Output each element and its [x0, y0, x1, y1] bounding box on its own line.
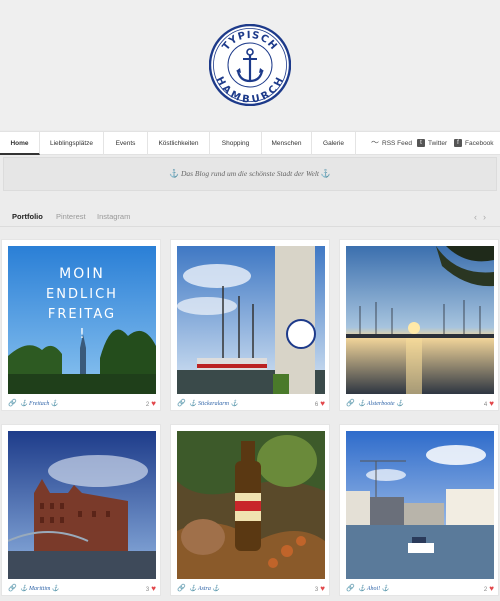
- portfolio-card: 🔗 ⚓ Ahoi! ⚓ 2 ♥: [339, 424, 499, 596]
- main-navigation: Home Lieblingsplätze Events Köstlichkeit…: [0, 131, 500, 155]
- heart-icon: ♥: [151, 399, 156, 408]
- card-meta: 🔗 ⚓ Stickeralarm ⚓ 6 ♥: [177, 398, 325, 410]
- link-icon[interactable]: 🔗: [346, 584, 355, 592]
- card-title[interactable]: ⚓ Marittim ⚓: [20, 585, 59, 592]
- portfolio-card: 🔗 ⚓ Alsterboote ⚓ 4 ♥: [339, 239, 499, 411]
- site-header: TYPISCH HAMBURCH: [0, 0, 500, 130]
- tagline-bar: ⚓ Das Blog rund um die schönste Stadt de…: [3, 157, 497, 191]
- tab-portfolio[interactable]: Portfolio: [12, 212, 43, 221]
- card-photo[interactable]: [346, 246, 494, 394]
- card-meta: 🔗 ⚓ Astra ⚓ 3 ♥: [177, 583, 325, 595]
- like-count[interactable]: 4 ♥: [484, 399, 494, 408]
- nav-item-menschen[interactable]: Menschen: [262, 132, 312, 155]
- rss-feed-link[interactable]: 〜 RSS Feed: [371, 132, 412, 155]
- photo-text-line: ENDLICH: [46, 287, 118, 302]
- like-count[interactable]: 3 ♥: [146, 584, 156, 593]
- photo-text-line: !: [79, 327, 84, 342]
- twitter-link[interactable]: t Twitter: [417, 132, 447, 155]
- card-title[interactable]: ⚓ Ahoi! ⚓: [358, 585, 389, 592]
- nav-item-events[interactable]: Events: [104, 132, 148, 155]
- nav-item-koestlichkeiten[interactable]: Köstlichkeiten: [148, 132, 210, 155]
- like-count[interactable]: 2 ♥: [484, 584, 494, 593]
- card-photo[interactable]: [177, 431, 325, 579]
- heart-icon: ♥: [320, 399, 325, 408]
- portfolio-card: 🔗 ⚓ Marittim ⚓ 3 ♥: [1, 424, 161, 596]
- card-title[interactable]: ⚓ Freitach ⚓: [20, 400, 58, 407]
- card-photo[interactable]: [346, 431, 494, 579]
- card-title[interactable]: ⚓ Astra ⚓: [189, 585, 220, 592]
- nav-item-galerie[interactable]: Galerie: [312, 132, 356, 155]
- card-photo[interactable]: [8, 431, 156, 579]
- card-title[interactable]: ⚓ Stickeralarm ⚓: [189, 400, 238, 407]
- portfolio-card: MOIN ENDLICH FREITAG ! 🔗 ⚓ Freitach ⚓ 2 ♥: [1, 239, 161, 411]
- anchor-icon: ⚓: [169, 169, 180, 178]
- nav-item-home[interactable]: Home: [0, 132, 40, 155]
- nav-item-lieblingsplaetze[interactable]: Lieblingsplätze: [40, 132, 104, 155]
- heart-icon: ♥: [489, 584, 494, 593]
- link-icon[interactable]: 🔗: [8, 584, 17, 592]
- rss-icon: 〜: [371, 138, 379, 148]
- next-arrow-icon[interactable]: ›: [483, 212, 486, 222]
- photo-text-line: FREITAG: [48, 307, 116, 322]
- link-icon[interactable]: 🔗: [177, 399, 186, 407]
- blog-tagline: ⚓ Das Blog rund um die schönste Stadt de…: [169, 169, 331, 178]
- link-icon[interactable]: 🔗: [346, 399, 355, 407]
- card-meta: 🔗 ⚓ Marittim ⚓ 3 ♥: [8, 583, 156, 595]
- nav-item-shopping[interactable]: Shopping: [210, 132, 262, 155]
- card-title[interactable]: ⚓ Alsterboote ⚓: [358, 400, 404, 407]
- card-meta: 🔗 ⚓ Ahoi! ⚓ 2 ♥: [346, 583, 494, 595]
- link-icon[interactable]: 🔗: [177, 584, 186, 592]
- heart-icon: ♥: [151, 584, 156, 593]
- facebook-icon: f: [454, 139, 462, 148]
- like-count[interactable]: 2 ♥: [146, 399, 156, 408]
- portfolio-card: 🔗 ⚓ Stickeralarm ⚓ 6 ♥: [170, 239, 330, 411]
- twitter-icon: t: [417, 139, 425, 148]
- photo-text-line: MOIN: [59, 266, 105, 282]
- portfolio-card: 🔗 ⚓ Astra ⚓ 3 ♥: [170, 424, 330, 596]
- tab-pinterest[interactable]: Pinterest: [56, 212, 86, 221]
- card-meta: 🔗 ⚓ Freitach ⚓ 2 ♥: [8, 398, 156, 410]
- link-icon[interactable]: 🔗: [8, 399, 17, 407]
- facebook-link[interactable]: f Facebook: [454, 132, 494, 155]
- tab-instagram[interactable]: Instagram: [97, 212, 130, 221]
- card-photo[interactable]: MOIN ENDLICH FREITAG !: [8, 246, 156, 394]
- like-count[interactable]: 3 ♥: [315, 584, 325, 593]
- heart-icon: ♥: [489, 399, 494, 408]
- prev-arrow-icon[interactable]: ‹: [474, 212, 477, 222]
- tabs-divider: [0, 226, 500, 227]
- typisch-hamburch-logo[interactable]: TYPISCH HAMBURCH: [209, 24, 291, 106]
- card-photo[interactable]: [177, 246, 325, 394]
- anchor-icon: ⚓: [320, 169, 331, 178]
- like-count[interactable]: 6 ♥: [315, 399, 325, 408]
- card-meta: 🔗 ⚓ Alsterboote ⚓ 4 ♥: [346, 398, 494, 410]
- heart-icon: ♥: [320, 584, 325, 593]
